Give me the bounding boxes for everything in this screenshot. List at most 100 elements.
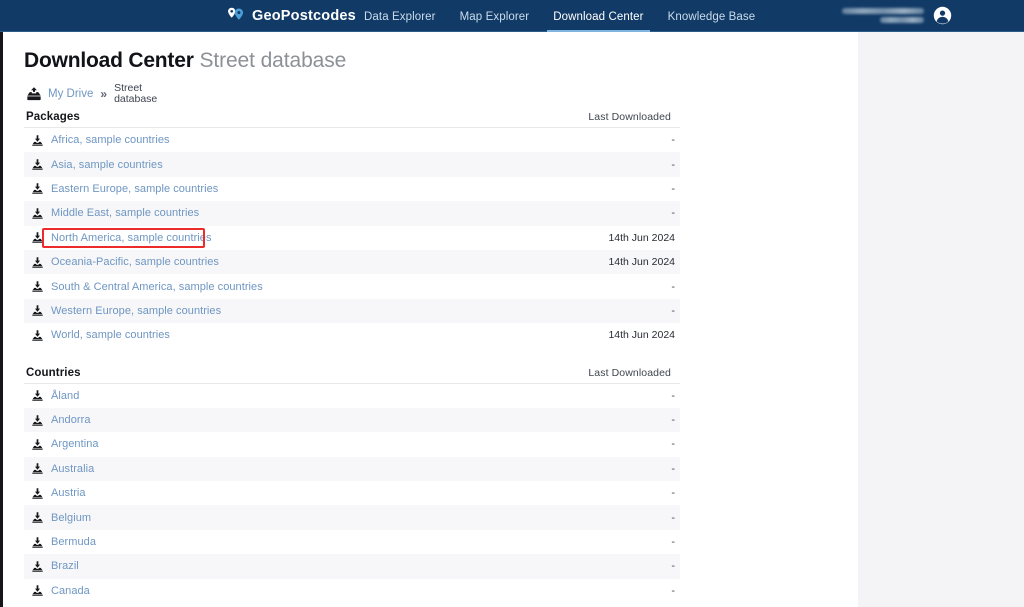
row-label-group[interactable]: Africa, sample countries — [31, 134, 170, 147]
table-row[interactable]: Australia - — [24, 456, 680, 482]
download-tray-icon[interactable] — [31, 414, 44, 427]
table-row[interactable]: Belgium - — [24, 505, 680, 530]
row-label[interactable]: Australia — [51, 463, 94, 475]
redacted-text-line — [842, 8, 924, 14]
row-label[interactable]: Brazil — [51, 560, 79, 572]
download-tray-icon[interactable] — [31, 511, 44, 524]
user-name-redacted — [842, 8, 924, 23]
table-row[interactable]: Western Europe, sample countries - — [24, 298, 680, 324]
row-label[interactable]: Andorra — [51, 414, 90, 426]
row-last-downloaded: 14th Jun 2024 — [608, 256, 675, 269]
row-label-group[interactable]: South & Central America, sample countrie… — [31, 280, 263, 293]
row-label[interactable]: Western Europe, sample countries — [51, 305, 221, 317]
table-row[interactable]: Brazil - — [24, 554, 680, 579]
table-row[interactable]: Middle East, sample countries - — [24, 201, 680, 226]
row-label[interactable]: Austria — [51, 487, 86, 499]
row-last-downloaded: - — [671, 462, 675, 475]
row-label[interactable]: Canada — [51, 585, 90, 597]
table-row[interactable]: Bermuda - — [24, 530, 680, 554]
row-last-downloaded: 14th Jun 2024 — [608, 329, 675, 342]
brand-logo-link[interactable]: GeoPostcodes — [226, 0, 356, 32]
download-tray-icon[interactable] — [31, 182, 44, 195]
content-sheet: Download Center Street database My Drive… — [0, 32, 858, 607]
row-last-downloaded: - — [671, 304, 675, 317]
table-row[interactable]: North America, sample countries 14th Jun … — [24, 226, 680, 250]
nav-tab-map-explorer[interactable]: Map Explorer — [448, 11, 542, 32]
row-label-group[interactable]: Canada — [31, 584, 90, 597]
nav-tab-data-explorer[interactable]: Data Explorer — [352, 11, 448, 32]
download-tray-icon[interactable] — [31, 329, 44, 342]
download-tray-icon[interactable] — [31, 231, 44, 244]
row-label-group[interactable]: Austria — [31, 487, 86, 500]
row-label-group[interactable]: Middle East, sample countries — [31, 207, 199, 220]
download-tray-icon[interactable] — [31, 560, 44, 573]
row-label-group[interactable]: Bermuda — [31, 536, 96, 549]
row-label-group[interactable]: Eastern Europe, sample countries — [31, 182, 218, 195]
download-tray-icon[interactable] — [31, 536, 44, 549]
row-label[interactable]: Africa, sample countries — [51, 134, 170, 146]
nav-tab-knowledge-base[interactable]: Knowledge Base — [656, 11, 768, 32]
download-tray-icon[interactable] — [31, 134, 44, 147]
download-tray-icon[interactable] — [31, 304, 44, 317]
row-label[interactable]: South & Central America, sample countrie… — [51, 281, 263, 293]
row-last-downloaded: - — [671, 584, 675, 597]
row-label[interactable]: Middle East, sample countries — [51, 207, 199, 219]
table-row[interactable]: Åland - — [24, 384, 680, 408]
row-label-group[interactable]: Asia, sample countries — [31, 158, 163, 171]
row-last-downloaded: - — [671, 207, 675, 220]
table-row[interactable]: Argentina - — [24, 432, 680, 456]
row-label[interactable]: Bermuda — [51, 536, 96, 548]
row-label-group[interactable]: Åland — [31, 389, 79, 402]
table-row[interactable]: Eastern Europe, sample countries - — [24, 177, 680, 201]
row-label[interactable]: World, sample countries — [51, 329, 170, 341]
download-tray-icon[interactable] — [31, 280, 44, 293]
download-tray-icon[interactable] — [31, 158, 44, 171]
nav-tab-download-center[interactable]: Download Center — [541, 11, 655, 32]
breadcrumb-separator: » — [100, 87, 108, 101]
row-label[interactable]: North America, sample countries — [51, 232, 212, 244]
row-label[interactable]: Argentina — [51, 438, 99, 450]
row-label-group[interactable]: Oceania-Pacific, sample countries — [31, 256, 219, 269]
countries-section-header: Countries Last Downloaded — [24, 367, 676, 383]
row-label[interactable]: Eastern Europe, sample countries — [51, 183, 218, 195]
row-label-group[interactable]: World, sample countries — [31, 329, 170, 342]
breadcrumb: My Drive » Street database — [26, 81, 858, 107]
row-label-group[interactable]: Belgium — [31, 511, 91, 524]
packages-table: Africa, sample countries - Asia, sample co… — [24, 127, 680, 348]
download-tray-icon[interactable] — [31, 438, 44, 451]
table-row[interactable]: Oceania-Pacific, sample countries 14th Ju… — [24, 249, 680, 275]
row-label[interactable]: Belgium — [51, 512, 91, 524]
user-account-icon[interactable] — [933, 6, 952, 25]
row-label-group[interactable]: Brazil — [31, 560, 79, 573]
row-last-downloaded: - — [671, 182, 675, 195]
table-row[interactable]: Austria - — [24, 481, 680, 505]
download-tray-icon[interactable] — [31, 389, 44, 402]
row-label-group[interactable]: Argentina — [31, 438, 99, 451]
download-tray-icon[interactable] — [31, 584, 44, 597]
table-row[interactable]: South & Central America, sample countrie… — [24, 274, 680, 298]
row-last-downloaded: - — [671, 560, 675, 573]
table-row[interactable]: World, sample countries 14th Jun 2024 — [24, 323, 680, 347]
row-label-group[interactable]: Australia — [31, 462, 94, 475]
table-row[interactable]: Andorra - — [24, 407, 680, 433]
user-menu[interactable] — [842, 6, 952, 25]
download-tray-icon[interactable] — [31, 256, 44, 269]
page-title-subtitle: Street database — [199, 49, 347, 72]
row-label[interactable]: Åland — [51, 390, 79, 402]
breadcrumb-my-drive[interactable]: My Drive — [48, 88, 93, 100]
table-row[interactable]: Africa, sample countries - — [24, 128, 680, 152]
download-tray-icon[interactable] — [31, 487, 44, 500]
packages-section-header: Packages Last Downloaded — [24, 111, 676, 127]
row-label-group[interactable]: Western Europe, sample countries — [31, 304, 221, 317]
table-row[interactable]: Canada - — [24, 579, 680, 603]
download-tray-icon[interactable] — [31, 462, 44, 475]
row-last-downloaded: - — [671, 158, 675, 171]
row-last-downloaded: - — [671, 280, 675, 293]
row-label[interactable]: Oceania-Pacific, sample countries — [51, 256, 219, 268]
geopostcodes-pin-logo-icon — [226, 6, 245, 25]
row-label-group[interactable]: Andorra — [31, 414, 90, 427]
download-tray-icon[interactable] — [31, 207, 44, 220]
table-row[interactable]: Asia, sample countries - — [24, 152, 680, 177]
row-label-group[interactable]: North America, sample countries — [31, 231, 212, 244]
row-label[interactable]: Asia, sample countries — [51, 159, 163, 171]
